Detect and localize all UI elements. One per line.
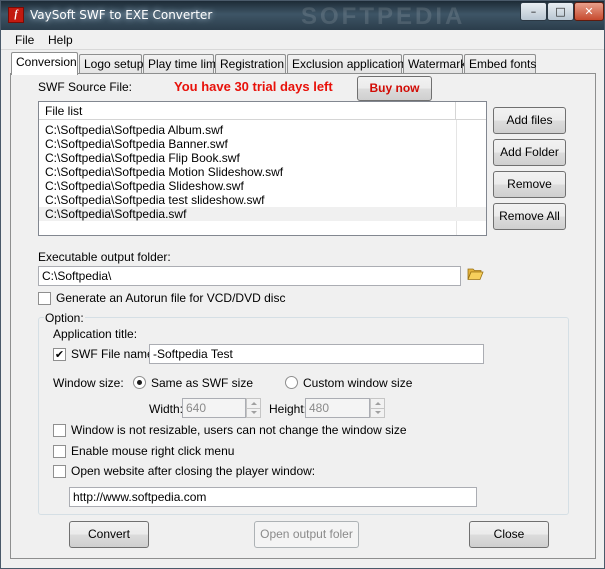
tab-play-time-limit[interactable]: Play time limit (143, 54, 222, 74)
custom-window-radio[interactable] (285, 376, 298, 389)
menu-bar: File Help (1, 30, 604, 50)
file-list-item[interactable]: C:\Softpedia\Softpedia Slideshow.swf (39, 179, 456, 193)
tab-registration[interactable]: Registration (215, 54, 286, 74)
close-window-button[interactable]: ✕ (574, 2, 604, 21)
same-as-swf-radio[interactable] (133, 376, 146, 389)
file-list-item[interactable]: C:\Softpedia\Softpedia Banner.swf (39, 137, 456, 151)
menu-help[interactable]: Help (48, 33, 73, 47)
output-folder-input[interactable]: C:\Softpedia\ (38, 266, 461, 286)
remove-button[interactable]: Remove (493, 171, 566, 198)
width-spinner[interactable] (246, 398, 261, 418)
application-title-label: Application title: (53, 327, 138, 341)
file-list-column-header[interactable]: File list (39, 102, 456, 120)
buy-now-button[interactable]: Buy now (357, 76, 432, 101)
watermark-text: SOFTPEDIA (301, 3, 466, 30)
close-button[interactable]: Close (469, 521, 549, 548)
maximize-button[interactable]: □ (547, 2, 574, 21)
width-label: Width: (149, 402, 184, 416)
tab-exclusion-applications[interactable]: Exclusion applications (287, 54, 410, 74)
swf-file-name-label: SWF File name (71, 347, 154, 361)
autorun-checkbox[interactable] (38, 292, 51, 305)
conversion-panel: SWF Source File: You have 30 trial days … (10, 73, 596, 559)
add-files-button[interactable]: Add files (493, 107, 566, 134)
option-legend: Option: (44, 311, 85, 325)
width-input[interactable]: 640 (182, 398, 246, 418)
open-folder-icon[interactable] (467, 267, 484, 281)
not-resizable-checkbox[interactable] (53, 424, 66, 437)
window-title: VaySoft SWF to EXE Converter (30, 8, 213, 22)
not-resizable-label: Window is not resizable, users can not c… (71, 423, 407, 437)
minimize-button[interactable]: – (520, 2, 547, 21)
right-click-checkbox[interactable] (53, 445, 66, 458)
menu-file[interactable]: File (15, 33, 34, 47)
swf-file-name-input[interactable]: -Softpedia Test (149, 344, 484, 364)
convert-button[interactable]: Convert (69, 521, 149, 548)
custom-window-label: Custom window size (303, 376, 413, 390)
title-bar[interactable]: f VaySoft SWF to EXE Converter SOFTPEDIA… (1, 1, 604, 30)
swf-source-label: SWF Source File: (38, 80, 133, 94)
website-url-input[interactable]: http://www.softpedia.com (69, 487, 477, 507)
open-website-checkbox[interactable] (53, 465, 66, 478)
height-label: Height: (269, 402, 308, 416)
file-list-item[interactable]: C:\Softpedia\Softpedia.swf (39, 207, 486, 221)
height-spinner[interactable] (370, 398, 385, 418)
file-list-item[interactable]: C:\Softpedia\Softpedia Flip Book.swf (39, 151, 456, 165)
swf-app-icon: f (8, 7, 24, 23)
autorun-label: Generate an Autorun file for VCD/DVD dis… (56, 291, 286, 305)
open-website-label: Open website after closing the player wi… (71, 464, 316, 478)
tab-embed-fonts[interactable]: Embed fonts (464, 54, 536, 74)
app-window: f VaySoft SWF to EXE Converter SOFTPEDIA… (0, 0, 605, 569)
file-list-item[interactable]: C:\Softpedia\Softpedia Album.swf (39, 123, 456, 137)
remove-all-button[interactable]: Remove All (493, 203, 566, 230)
window-size-label: Window size: (53, 376, 124, 390)
file-list-header: File list (39, 102, 486, 120)
tab-conversion[interactable]: Conversion (11, 52, 78, 75)
right-click-label: Enable mouse right click menu (71, 444, 235, 458)
output-folder-label: Executable output folder: (38, 250, 171, 264)
tab-watermark[interactable]: Watermark (403, 54, 466, 74)
add-folder-button[interactable]: Add Folder (493, 139, 566, 166)
file-list-item[interactable]: C:\Softpedia\Softpedia test slideshow.sw… (39, 193, 456, 207)
file-list-item[interactable]: C:\Softpedia\Softpedia Motion Slideshow.… (39, 165, 456, 179)
tab-logo-setup[interactable]: Logo setup (79, 54, 143, 74)
height-input[interactable]: 480 (305, 398, 370, 418)
open-output-folder-button[interactable]: Open output foler (254, 521, 359, 548)
trial-days-text: You have 30 trial days left (174, 79, 333, 94)
same-as-swf-label: Same as SWF size (151, 376, 254, 390)
file-list[interactable]: File list C:\Softpedia\Softpedia Album.s… (38, 101, 487, 236)
swf-file-name-checkbox[interactable]: ✔ (53, 348, 66, 361)
